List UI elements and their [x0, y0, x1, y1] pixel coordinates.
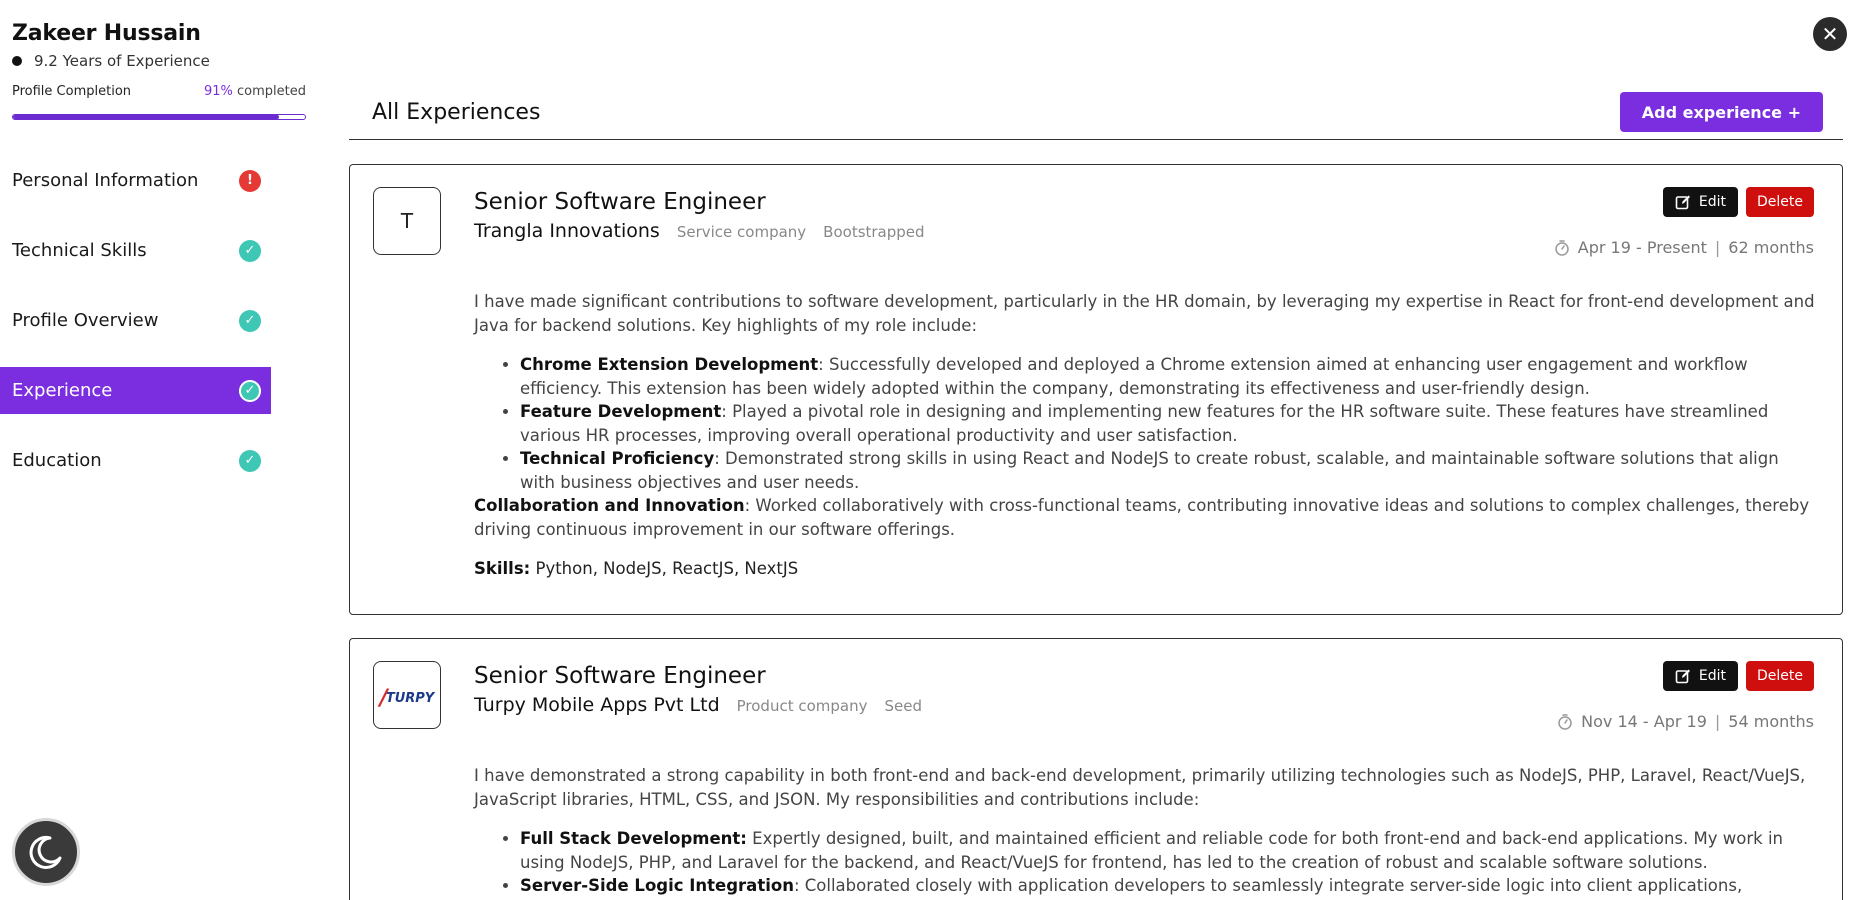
- nav-item-label: Education: [12, 450, 102, 471]
- edit-icon: [1675, 195, 1690, 210]
- duration-separator: |: [1714, 238, 1721, 257]
- highlight-title: Feature Development: [520, 402, 722, 421]
- add-experience-button[interactable]: Add experience +: [1619, 92, 1823, 132]
- job-highlights: Chrome Extension Development: Successful…: [520, 353, 1818, 494]
- job-months: 62 months: [1728, 238, 1814, 257]
- list-item: Server-Side Logic Integration: Collabora…: [520, 874, 1818, 900]
- company-row: Trangla Innovations Service company Boot…: [474, 220, 942, 242]
- nav-item-profile-overview[interactable]: Profile Overview ✓: [0, 297, 271, 344]
- company-name: Turpy Mobile Apps Pvt Ltd: [474, 694, 720, 716]
- skills-label: Skills:: [474, 559, 531, 578]
- job-role: Senior Software Engineer: [474, 663, 766, 689]
- check-circle-icon: ✓: [239, 449, 261, 472]
- company-funding: Bootstrapped: [823, 223, 925, 241]
- company-logo: T: [373, 187, 441, 255]
- experiences-header: All Experiences Add experience +: [349, 92, 1843, 140]
- timer-icon: [1555, 239, 1569, 256]
- company-funding: Seed: [884, 697, 923, 715]
- close-button[interactable]: ✕: [1813, 17, 1847, 51]
- card-actions: Edit Delete: [1662, 187, 1814, 217]
- list-item: Full Stack Development: Expertly designe…: [520, 827, 1818, 874]
- profile-completion-suffix: completed: [232, 84, 306, 99]
- nav-item-experience[interactable]: Experience ✓: [0, 367, 271, 414]
- nav-item-label: Profile Overview: [12, 310, 159, 331]
- nav-item-personal-information[interactable]: Personal Information !: [0, 157, 271, 204]
- nav-item-education[interactable]: Education ✓: [0, 437, 271, 484]
- collaboration-title: Collaboration and Innovation: [474, 496, 745, 515]
- edit-button[interactable]: Edit: [1662, 187, 1738, 217]
- list-item: Chrome Extension Development: Successful…: [520, 353, 1818, 400]
- profile-completion-value: 91% completed: [204, 84, 306, 99]
- profile-progress-fill: [13, 115, 279, 119]
- highlight-title: Server-Side Logic Integration: [520, 876, 794, 895]
- turpy-logo: /TURPY: [379, 685, 435, 711]
- bullet-dot: [12, 56, 22, 66]
- nav-item-label: Personal Information: [12, 170, 199, 191]
- delete-button[interactable]: Delete: [1746, 661, 1814, 691]
- skills-list: Python, NodeJS, ReactJS, NextJS: [530, 559, 799, 578]
- nav-item-label: Experience: [12, 380, 113, 401]
- experience-card: /TURPY Senior Software Engineer Turpy Mo…: [349, 638, 1843, 900]
- delete-button[interactable]: Delete: [1746, 187, 1814, 217]
- list-item: Technical Proficiency: Demonstrated stro…: [520, 447, 1818, 494]
- page-title: All Experiences: [372, 100, 541, 125]
- job-role: Senior Software Engineer: [474, 189, 766, 215]
- company-logo-letter: T: [400, 209, 414, 233]
- highlight-title: Chrome Extension Development: [520, 355, 819, 374]
- job-highlights: Full Stack Development: Expertly designe…: [520, 827, 1818, 900]
- profile-completion-pct: 91%: [203, 84, 233, 99]
- section-nav: Personal Information ! Technical Skills …: [0, 157, 271, 507]
- company-type: Service company: [676, 223, 807, 241]
- check-circle-icon: ✓: [239, 309, 261, 332]
- company-name: Trangla Innovations: [474, 220, 660, 242]
- company-logo: /TURPY: [373, 661, 441, 729]
- close-icon: ✕: [1821, 22, 1839, 46]
- company-row: Turpy Mobile Apps Pvt Ltd Product compan…: [474, 694, 939, 716]
- duration-separator: |: [1714, 712, 1721, 731]
- warning-icon: !: [239, 169, 261, 192]
- check-circle-icon: ✓: [239, 239, 261, 262]
- profile-completion-row: Profile Completion 91% completed: [12, 84, 306, 99]
- profile-progress-bar: [12, 114, 306, 120]
- experience-card: T Senior Software Engineer Trangla Innov…: [349, 164, 1843, 615]
- nav-item-label: Technical Skills: [12, 240, 147, 261]
- profile-completion-label: Profile Completion: [12, 84, 132, 99]
- company-type: Product company: [736, 697, 868, 715]
- job-duration: Apr 19 - Present | 62 months: [1554, 238, 1814, 257]
- edit-icon: [1675, 669, 1690, 684]
- job-duration: Nov 14 - Apr 19 | 54 months: [1557, 712, 1814, 731]
- job-months: 54 months: [1728, 712, 1814, 731]
- profile-name: Zakeer Hussain: [12, 21, 201, 46]
- job-description: I have made significant contributions to…: [474, 290, 1818, 581]
- moon-icon: [29, 835, 62, 869]
- job-collaboration: Collaboration and Innovation: Worked col…: [474, 494, 1818, 541]
- edit-label: Edit: [1698, 194, 1726, 210]
- company-logo-text: TURPY: [385, 690, 435, 706]
- job-description: I have demonstrated a strong capability …: [474, 764, 1818, 900]
- theme-toggle-button[interactable]: [12, 818, 80, 886]
- card-actions: Edit Delete: [1662, 661, 1814, 691]
- highlight-title: Full Stack Development:: [520, 829, 747, 848]
- job-period: Apr 19 - Present: [1577, 238, 1707, 257]
- highlight-title: Technical Proficiency: [520, 449, 715, 468]
- job-skills: Skills: Python, NodeJS, ReactJS, NextJS: [474, 557, 1818, 581]
- job-intro: I have demonstrated a strong capability …: [474, 766, 1806, 809]
- experience-years: 9.2 Years of Experience: [12, 52, 210, 70]
- nav-item-technical-skills[interactable]: Technical Skills ✓: [0, 227, 271, 274]
- job-intro: I have made significant contributions to…: [474, 292, 1815, 335]
- timer-icon: [1558, 713, 1572, 730]
- list-item: Feature Development: Played a pivotal ro…: [520, 400, 1818, 447]
- job-period: Nov 14 - Apr 19: [1581, 712, 1707, 731]
- experience-years-text: 9.2 Years of Experience: [34, 52, 210, 70]
- edit-button[interactable]: Edit: [1662, 661, 1738, 691]
- check-circle-icon: ✓: [239, 379, 261, 402]
- edit-label: Edit: [1698, 668, 1726, 684]
- sidebar: Zakeer Hussain 9.2 Years of Experience P…: [0, 0, 320, 900]
